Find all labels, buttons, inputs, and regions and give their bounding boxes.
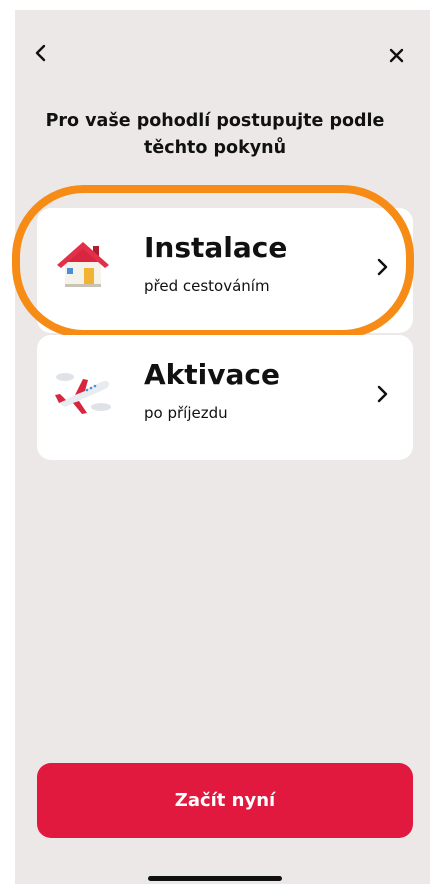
house-icon	[53, 236, 113, 292]
option-title: Aktivace	[144, 358, 281, 391]
chevron-right-icon	[375, 256, 391, 278]
option-subtitle: před cestováním	[144, 277, 270, 295]
option-title: Instalace	[144, 231, 288, 264]
airplane-icon	[53, 363, 113, 419]
home-indicator	[148, 876, 282, 881]
start-now-button[interactable]: Začít nyní	[37, 763, 413, 838]
chevron-right-icon	[375, 383, 391, 405]
close-button[interactable]	[382, 40, 412, 70]
option-card-instalace[interactable]: Instalace před cestováním	[37, 208, 413, 333]
back-button[interactable]	[27, 38, 57, 68]
option-card-aktivace[interactable]: Aktivace po příjezdu	[37, 335, 413, 460]
option-subtitle: po příjezdu	[144, 404, 228, 422]
close-icon	[389, 48, 404, 63]
page-title: Pro vaše pohodlí postupujte podle těchto…	[45, 111, 385, 158]
chevron-left-icon	[35, 44, 46, 62]
